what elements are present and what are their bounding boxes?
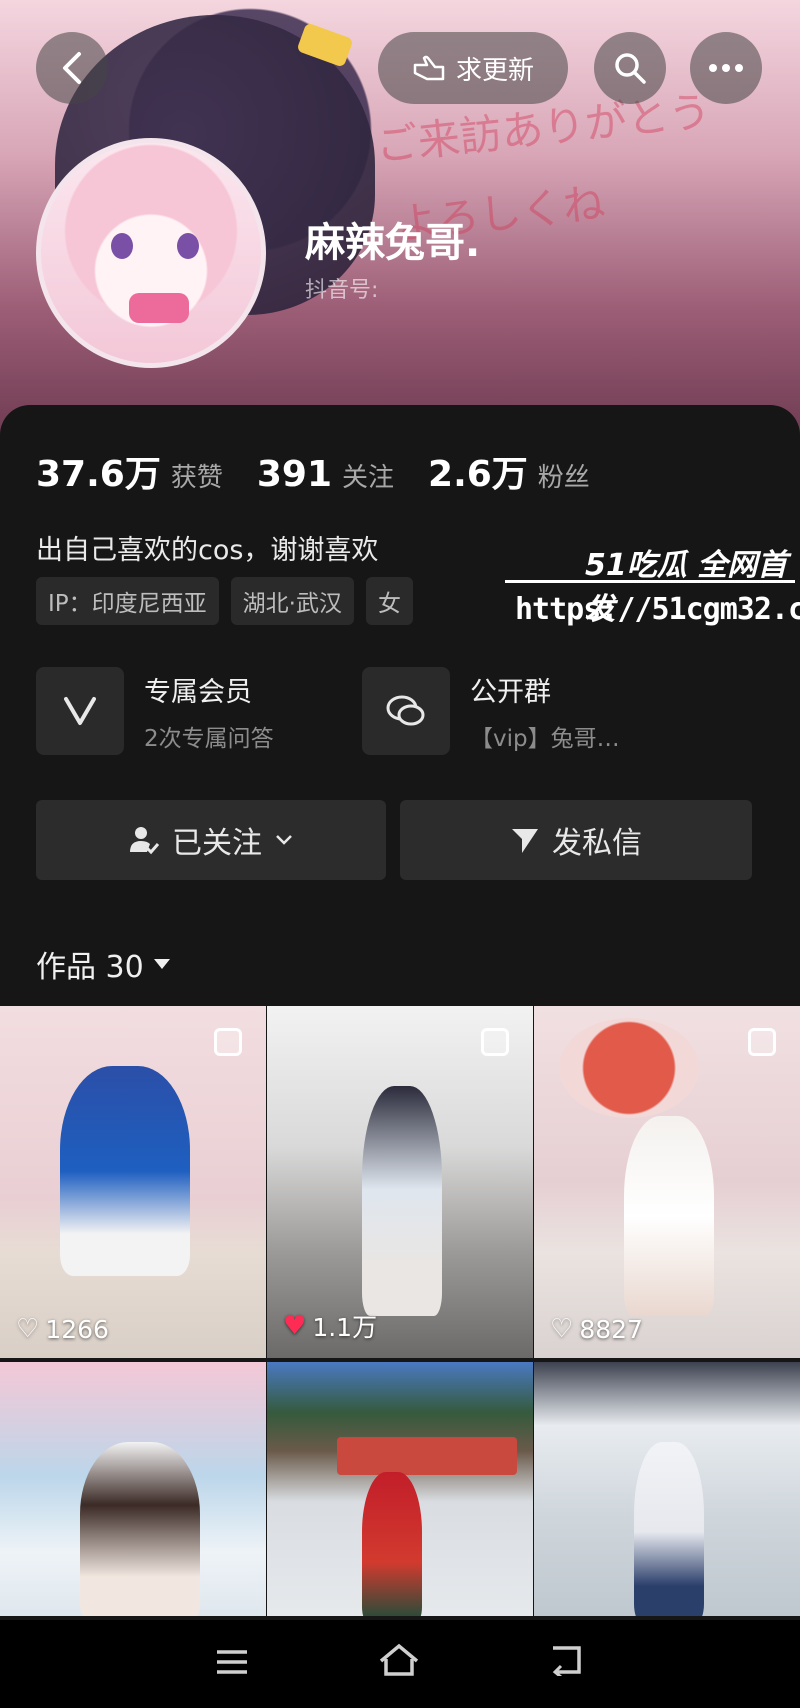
return-icon	[553, 1645, 582, 1678]
works-grid: ♡ 1266 ♥ 1.1万 ♡ 8827	[0, 1006, 800, 1616]
send-message-label: 发私信	[552, 826, 642, 861]
more-button[interactable]	[690, 32, 762, 104]
like-count-value: 8827	[579, 1314, 643, 1344]
works-label: 作品 30	[36, 950, 144, 985]
chat-bubbles-icon	[362, 667, 450, 755]
work-thumbnail[interactable]: ♥ 1.1万	[267, 1006, 533, 1358]
stat-likes[interactable]: 37.6万 获赞	[36, 445, 223, 497]
back-button[interactable]	[36, 32, 108, 104]
send-message-button[interactable]: 发私信	[400, 800, 752, 880]
watermark-line	[505, 580, 795, 583]
request-update-button[interactable]: 求更新	[378, 32, 568, 104]
like-count-value: 1266	[45, 1314, 109, 1344]
watermark-url: https://51cgm32.com	[515, 592, 800, 627]
public-group-entry[interactable]: 公开群 【vip】兔哥…	[362, 667, 620, 755]
request-update-label: 求更新	[455, 55, 534, 86]
douyin-id-label: 抖音号:	[305, 278, 379, 303]
stat-following[interactable]: 391 关注	[257, 454, 394, 495]
work-thumbnail[interactable]	[534, 1362, 800, 1616]
profile-tags: IP：印度尼西亚 湖北·武汉 女	[36, 577, 413, 625]
nav-home-button[interactable]	[378, 1643, 420, 1686]
avatar-eye	[111, 233, 133, 259]
cosplayer-figure	[60, 1066, 190, 1276]
home-icon	[379, 1643, 419, 1676]
more-dots-icon	[709, 64, 743, 72]
parasol	[559, 1018, 699, 1118]
building	[337, 1437, 517, 1475]
avatar-bow	[129, 293, 189, 323]
cosplayer-figure	[624, 1116, 714, 1316]
profile-bio: 出自己喜欢的cos，谢谢喜欢	[36, 535, 379, 566]
stat-value: 37.6万	[36, 454, 161, 495]
stat-label: 关注	[342, 463, 395, 493]
followed-label: 已关注	[172, 826, 262, 861]
send-icon	[512, 829, 538, 853]
like-count-value: 1.1万	[312, 1313, 378, 1342]
stats-row: 37.6万 获赞 391 关注 2.6万 粉丝	[36, 445, 590, 497]
system-nav-bar	[0, 1620, 800, 1708]
followed-button[interactable]: 已关注	[36, 800, 386, 880]
cosplayer-figure	[362, 1472, 422, 1616]
work-thumbnail[interactable]	[267, 1362, 533, 1616]
stat-label: 获赞	[170, 463, 223, 493]
feature-title: 公开群	[470, 676, 551, 708]
menu-icon	[216, 1649, 247, 1674]
works-tab[interactable]: 作品 30	[36, 942, 172, 986]
work-thumbnail[interactable]	[0, 1362, 266, 1616]
work-thumbnail[interactable]: ♡ 1266	[0, 1006, 266, 1358]
heart-filled-icon: ♥	[283, 1311, 307, 1341]
work-thumbnail[interactable]: ♡ 8827	[534, 1006, 800, 1358]
stat-value: 391	[256, 454, 332, 495]
like-count: ♥ 1.1万	[283, 1308, 377, 1344]
exclusive-member-entry[interactable]: 专属会员 2次专属问答	[36, 667, 274, 755]
cosplayer-figure	[80, 1442, 200, 1616]
caret-down-icon	[153, 959, 170, 969]
chevron-down-icon	[276, 835, 292, 845]
feature-subtitle: 【vip】兔哥…	[470, 725, 620, 752]
tag-ip-location: IP：印度尼西亚	[36, 577, 219, 625]
feature-subtitle: 2次专属问答	[144, 725, 274, 752]
nav-menu-button[interactable]	[215, 1644, 249, 1685]
cosplayer-figure	[362, 1086, 442, 1316]
avatar[interactable]	[36, 138, 266, 368]
tag-gender: 女	[365, 577, 413, 625]
v-badge-icon	[36, 667, 124, 755]
feature-title: 专属会员	[144, 676, 252, 708]
stat-followers[interactable]: 2.6万 粉丝	[428, 445, 590, 497]
like-count: ♡ 8827	[550, 1314, 643, 1344]
multi-select-icon	[481, 1028, 509, 1056]
heart-outline-icon: ♡	[550, 1314, 574, 1344]
cosplayer-figure	[634, 1442, 704, 1616]
multi-select-icon	[748, 1028, 776, 1056]
chevron-left-icon	[63, 52, 81, 84]
search-icon	[615, 53, 646, 84]
heart-outline-icon: ♡	[16, 1314, 40, 1344]
nav-back-button[interactable]	[549, 1644, 585, 1685]
stat-label: 粉丝	[537, 463, 590, 493]
user-check-icon	[130, 827, 160, 855]
avatar-eye	[177, 233, 199, 259]
multi-select-icon	[214, 1028, 242, 1056]
profile-banner: ご来訪ありがとう よろしくね 求更新 麻辣兔哥. 抖音号:	[0, 0, 800, 440]
pointing-hand-icon	[413, 55, 445, 81]
search-button[interactable]	[594, 32, 666, 104]
like-count: ♡ 1266	[16, 1314, 109, 1344]
tag-city: 湖北·武汉	[230, 577, 354, 625]
stat-value: 2.6万	[428, 454, 528, 495]
profile-name: 麻辣兔哥.	[305, 220, 481, 266]
profile-card: 37.6万 获赞 391 关注 2.6万 粉丝 出自己喜欢的cos，谢谢喜欢 I…	[0, 405, 800, 1005]
